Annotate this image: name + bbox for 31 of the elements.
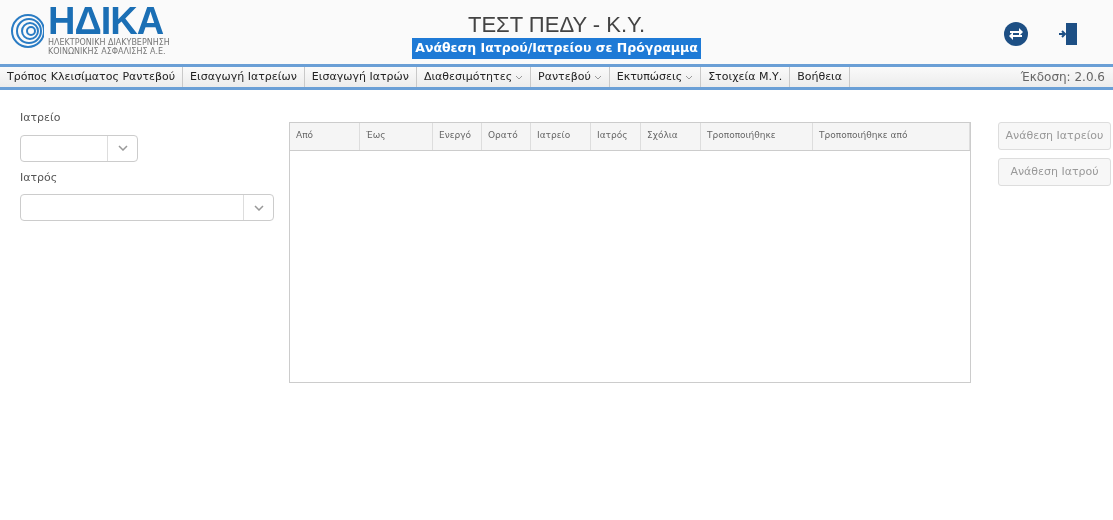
chevron-down-icon [117,145,128,151]
dropdown-field[interactable] [20,194,274,221]
logout-door-icon[interactable] [1058,22,1078,46]
menu-item[interactable]: Στοιχεία Μ.Υ. [701,67,791,87]
column-header[interactable]: Σχόλια [641,123,701,150]
menu-item[interactable]: Εκτυπώσεις [609,67,702,87]
column-header[interactable]: Έως [360,123,433,150]
chevron-down-icon [253,204,264,211]
dropdown-field[interactable] [20,134,138,162]
version-label: Έκδοση: 2.0.6 [1020,69,1106,86]
page-subtitle: Ανάθεση Ιατρού/Ιατρείου σε Πρόγραμμα [412,38,701,59]
column-header[interactable]: Από [290,123,360,150]
column-header[interactable]: Τροποποιήθηκε από [813,123,970,150]
menu-item[interactable]: Ραντεβού [531,67,610,87]
column-header[interactable]: Τροποποιήθηκε [701,123,813,150]
menu-item[interactable]: Τρόπος Κλεισίματος Ραντεβού [0,67,184,87]
column-header[interactable]: Ιατρός [591,123,641,150]
menu-item[interactable]: Διαθεσιμότητες [416,67,532,87]
menu-item[interactable]: Εισαγωγή Ιατρείων [183,67,305,87]
field-label: Ιατρός [20,169,59,186]
menu-item[interactable]: Εισαγωγή Ιατρών [304,67,417,87]
column-header[interactable]: Ορατό [482,123,531,150]
field-label: Ιατρείο [20,110,62,126]
app-title: ΤΕΣΤ ΠΕΔΥ - Κ.Υ. [467,12,646,38]
menu-item[interactable]: Βοήθεια [790,67,851,87]
switch-arrows-icon[interactable] [1004,22,1028,46]
column-header[interactable]: Ιατρείο [531,123,591,150]
logo-tagline: ΚΟΙΝΩΝΙΚΗΣ ΑΣΦΑΛΙΣΗΣ Α.Ε. [48,47,167,56]
logo-tagline: ΗΛΕΚΤΡΟΝΙΚΗ ΔΙΑΚΥΒΕΡΝΗΣΗ [48,38,170,47]
logo-name: ΗΔΙΚΑ [48,4,164,38]
column-header[interactable]: Ενεργό [433,123,482,150]
